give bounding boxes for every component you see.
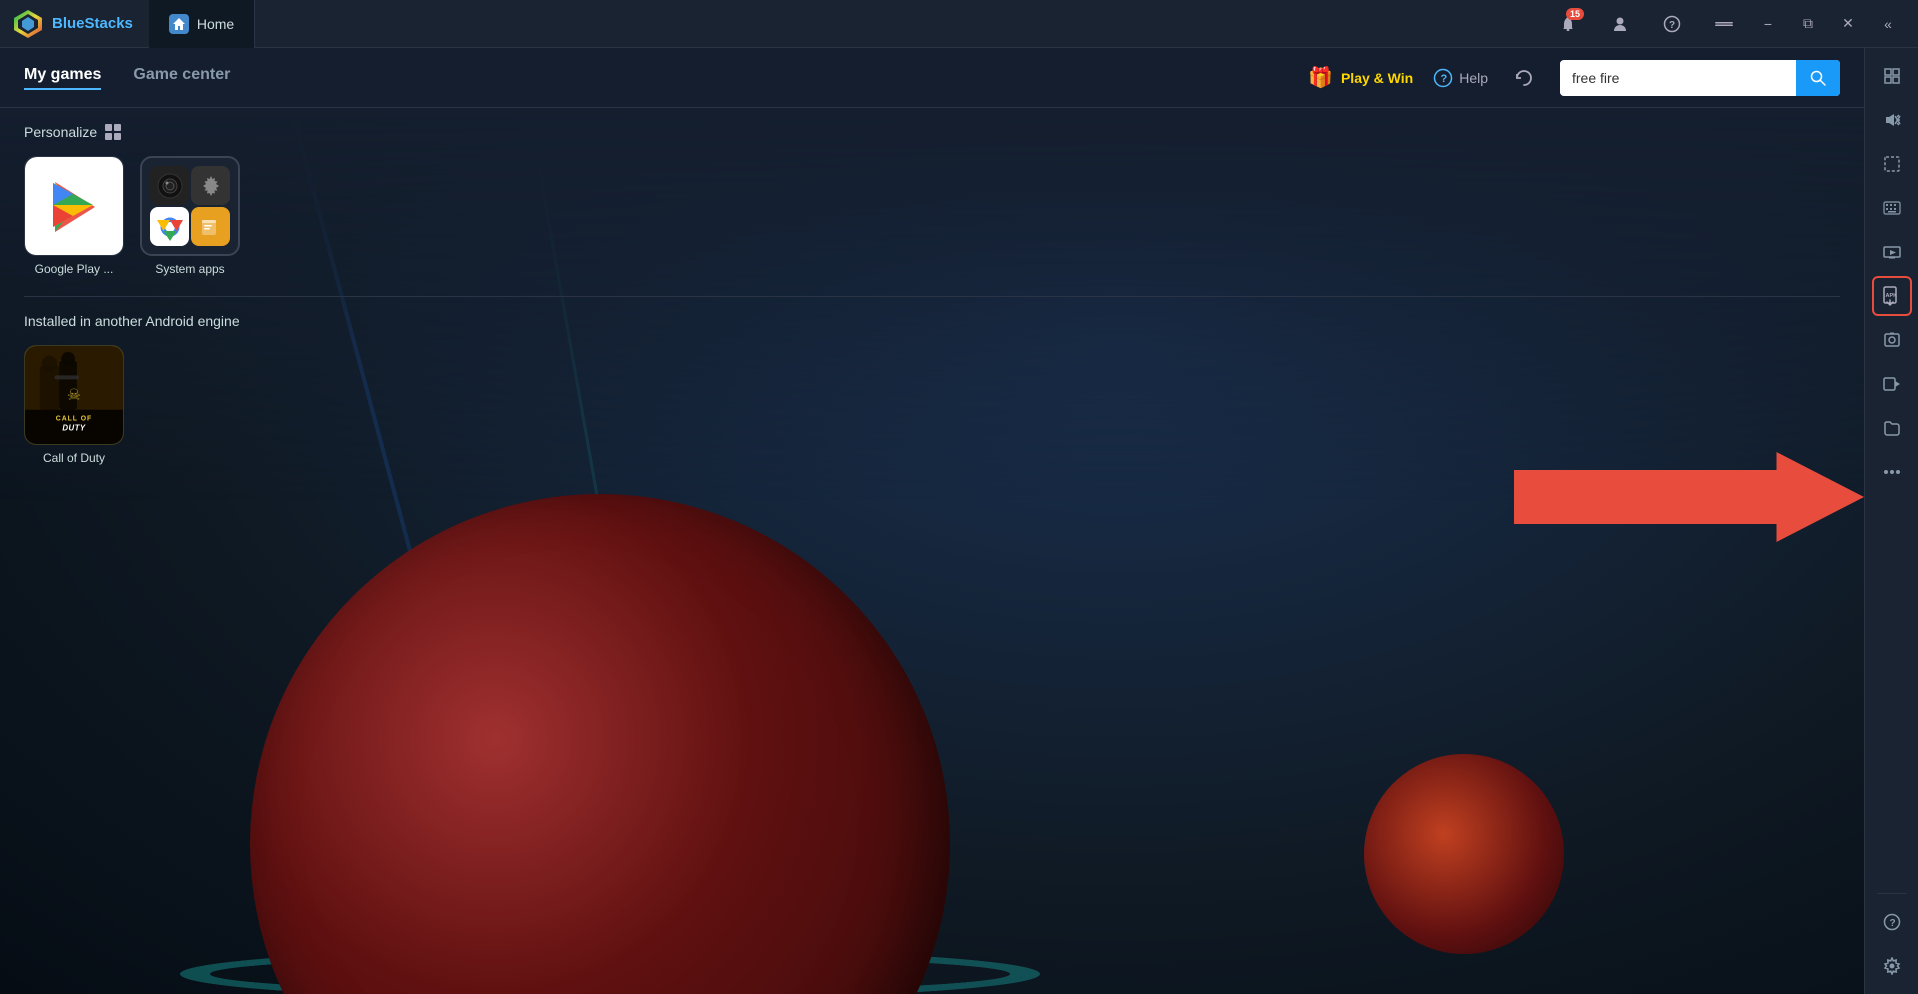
help-sidebar-button[interactable]: ?: [1872, 902, 1912, 942]
chrome-icon: [150, 207, 189, 246]
refresh-button[interactable]: [1508, 62, 1540, 94]
svg-text:CALL OF: CALL OF: [56, 415, 92, 422]
volume-button[interactable]: [1872, 100, 1912, 140]
right-sidebar: APK: [1864, 48, 1918, 994]
svg-text:?: ?: [1669, 20, 1675, 31]
gift-icon: 🎁: [1308, 65, 1333, 90]
help-button[interactable]: ? Help: [1433, 68, 1488, 88]
app-item-call-of-duty[interactable]: CALL OF DUTY ☠ Call of Duty: [24, 345, 124, 465]
games-panel: Personalize: [0, 108, 1864, 501]
section-divider: [24, 296, 1840, 297]
planet-small: [1364, 754, 1564, 954]
keyboard-button[interactable]: [1872, 188, 1912, 228]
nav-actions: 🎁 Play & Win ? Help: [1308, 60, 1840, 96]
play-win-button[interactable]: 🎁 Play & Win: [1308, 65, 1413, 90]
more-button[interactable]: [1872, 452, 1912, 492]
install-apk-button[interactable]: APK: [1872, 276, 1912, 316]
help-title-button[interactable]: ?: [1654, 6, 1690, 42]
expand-button[interactable]: [1872, 56, 1912, 96]
help-circle-icon: ?: [1433, 68, 1453, 88]
personalize-row: Personalize: [24, 124, 1840, 140]
search-button[interactable]: [1796, 60, 1840, 96]
collapse-button[interactable]: «: [1870, 6, 1906, 42]
app-item-system-apps[interactable]: System apps: [140, 156, 240, 276]
installed-section-title: Installed in another Android engine: [24, 313, 1840, 329]
bluestacks-logo-icon: [12, 8, 44, 40]
search-box: [1560, 60, 1840, 96]
window-controls: − ⧉ ✕ «: [1750, 6, 1906, 42]
app-name: BlueStacks: [52, 15, 133, 32]
svg-text:?: ?: [1441, 73, 1448, 85]
play-win-label: Play & Win: [1341, 70, 1413, 86]
home-tab[interactable]: Home: [149, 0, 255, 48]
svg-text:☠: ☠: [67, 387, 81, 404]
screenshot-button[interactable]: [1872, 320, 1912, 360]
cast-button[interactable]: [1872, 232, 1912, 272]
home-tab-label: Home: [197, 16, 234, 32]
svg-text:APK: APK: [1885, 293, 1897, 299]
nav-bar: My games Game center 🎁 Play & Win ? Help: [0, 48, 1864, 108]
notification-badge: 15: [1566, 8, 1584, 20]
system-apps-label: System apps: [140, 262, 240, 276]
close-button[interactable]: ✕: [1830, 6, 1866, 42]
home-tab-icon: [169, 14, 189, 34]
grid-icon[interactable]: [105, 124, 121, 140]
svg-text:DUTY: DUTY: [62, 423, 86, 432]
selection-button[interactable]: [1872, 144, 1912, 184]
personalize-label: Personalize: [24, 124, 97, 140]
tab-game-center[interactable]: Game center: [133, 66, 230, 90]
call-of-duty-label: Call of Duty: [24, 451, 124, 465]
google-play-label: Google Play ...: [24, 262, 124, 276]
search-input[interactable]: [1560, 62, 1796, 94]
call-of-duty-icon: CALL OF DUTY ☠: [24, 345, 124, 445]
installed-apps-grid: CALL OF DUTY ☠ Call of Duty: [24, 345, 1840, 465]
account-button[interactable]: [1602, 6, 1638, 42]
app-item-google-play[interactable]: Google Play ...: [24, 156, 124, 276]
app-logo: BlueStacks: [12, 8, 133, 40]
system-apps-icon: [140, 156, 240, 256]
video-button[interactable]: [1872, 364, 1912, 404]
maximize-button[interactable]: ⧉: [1790, 6, 1826, 42]
apk-icon: APK: [1882, 286, 1902, 306]
titlebar-actions: 15 ?: [1550, 6, 1742, 42]
menu-button[interactable]: [1706, 6, 1742, 42]
minimize-button[interactable]: −: [1750, 6, 1786, 42]
svg-text:?: ?: [1889, 918, 1895, 929]
title-bar: BlueStacks Home 15: [0, 0, 1918, 48]
google-play-icon: [24, 156, 124, 256]
planet-large: [250, 494, 950, 994]
files-icon: [191, 207, 230, 246]
sidebar-divider: [1877, 893, 1907, 894]
settings-button[interactable]: [1872, 946, 1912, 986]
tab-my-games[interactable]: My games: [24, 66, 101, 90]
main-layout: My games Game center 🎁 Play & Win ? Help: [0, 48, 1918, 994]
notifications-button[interactable]: 15: [1550, 6, 1586, 42]
help-label: Help: [1459, 70, 1488, 86]
apps-grid: Google Play ...: [24, 156, 1840, 276]
files-button[interactable]: [1872, 408, 1912, 448]
content-area: My games Game center 🎁 Play & Win ? Help: [0, 48, 1864, 994]
camera-icon: [150, 166, 189, 205]
gear-icon: [191, 166, 230, 205]
